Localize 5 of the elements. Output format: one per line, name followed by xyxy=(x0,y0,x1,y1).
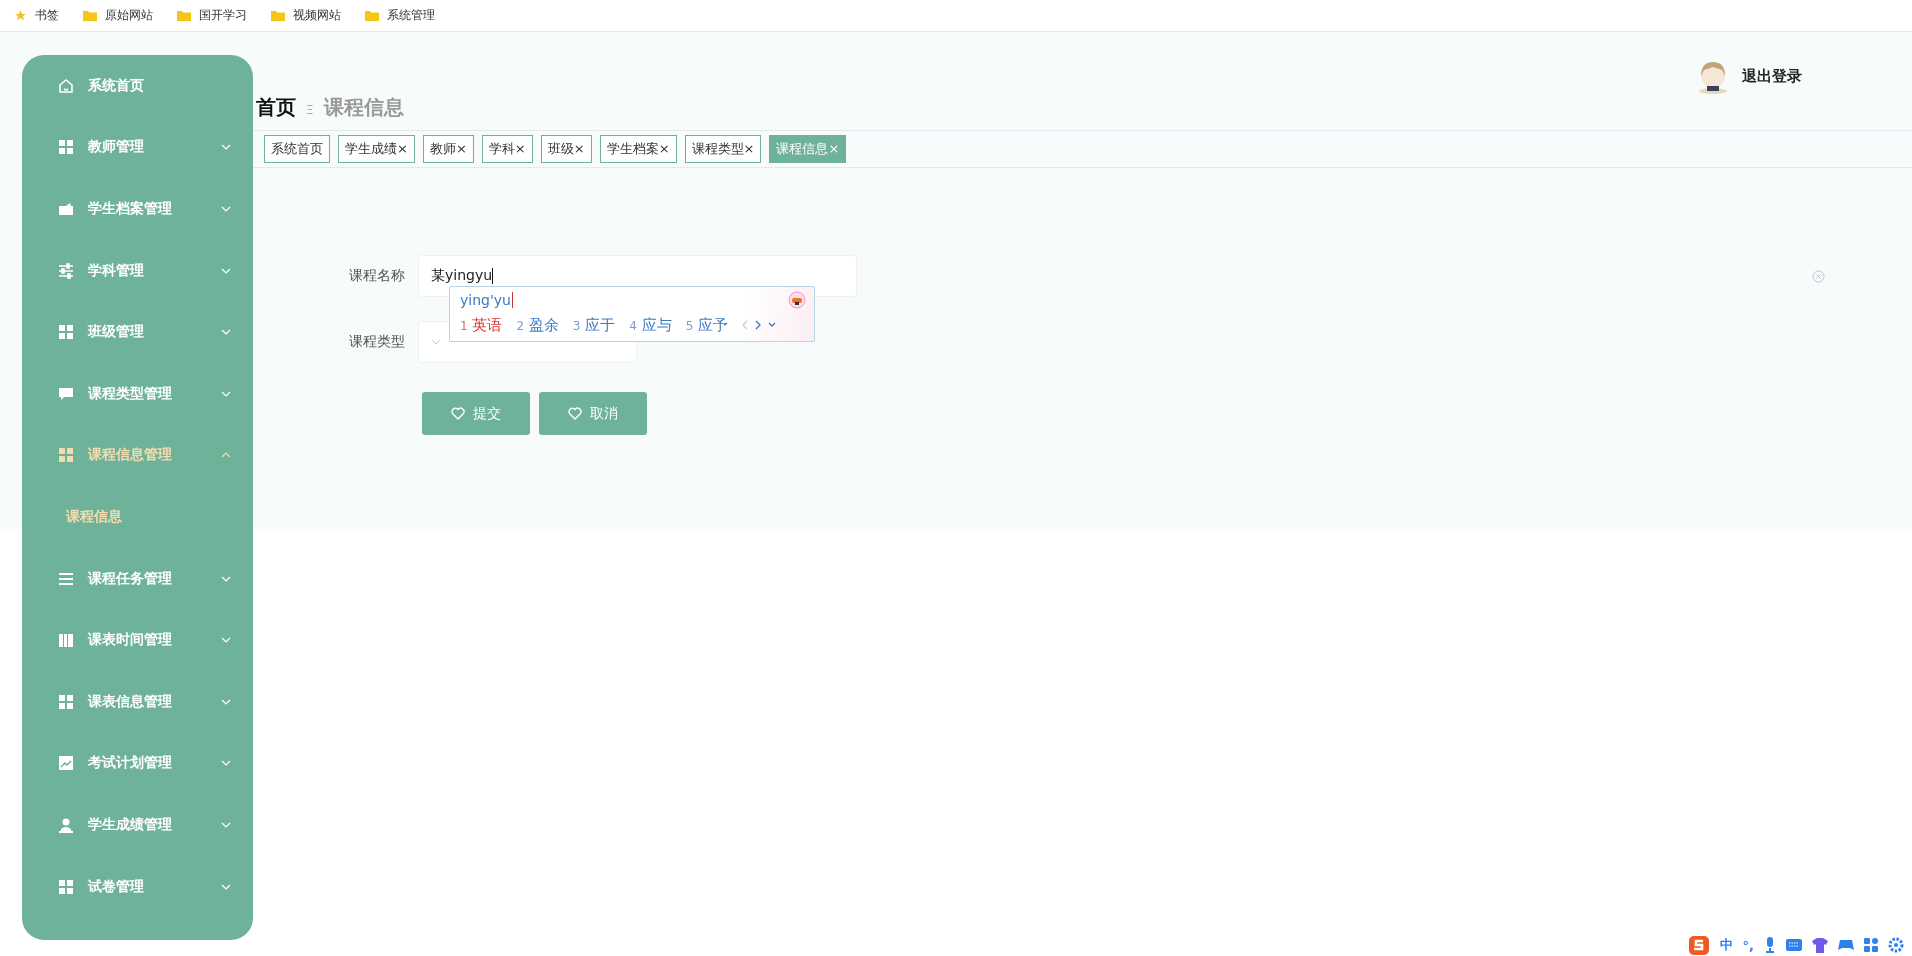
field-label: 课程类型 xyxy=(348,333,405,351)
ime-composition: ying'yu xyxy=(460,292,513,308)
breadcrumb-current: 课程信息 xyxy=(323,94,404,121)
field-label: 课程名称 xyxy=(348,267,405,285)
breadcrumb-separator: Ξ xyxy=(306,103,314,117)
